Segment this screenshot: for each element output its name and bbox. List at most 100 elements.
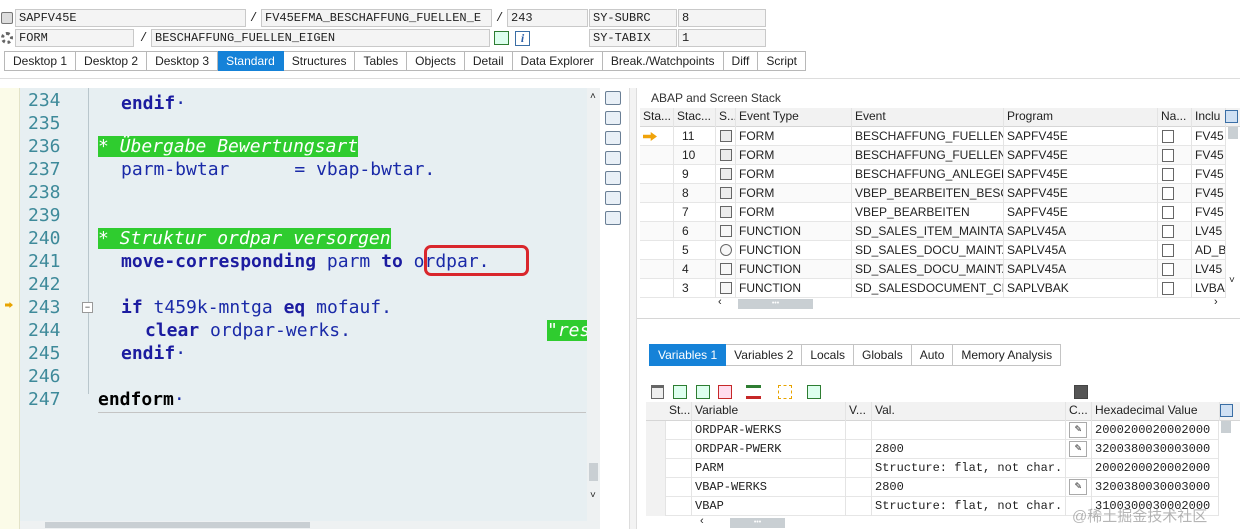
row-selector[interactable]	[646, 421, 666, 440]
tab-breakpoints[interactable]: Break./Watchpoints	[602, 51, 724, 71]
new-tool-icon[interactable]	[605, 111, 621, 125]
maximize-icon[interactable]	[605, 91, 621, 105]
document-icon[interactable]	[1162, 282, 1174, 295]
tab-structures[interactable]: Structures	[283, 51, 356, 71]
col-hex-value[interactable]: Hexadecimal Value	[1092, 402, 1220, 421]
value-cell[interactable]: Structure: flat, not char.	[872, 459, 1066, 478]
edit-pencil-icon[interactable]: ✎	[1069, 422, 1087, 438]
scroll-up-icon[interactable]	[1228, 127, 1238, 139]
stack-row[interactable]: 5 FUNCTION SD_SALES_DOCU_MAINTA SAPLV45A AD_…	[640, 241, 1226, 260]
scroll-up-icon[interactable]	[1221, 421, 1231, 433]
tab-memory-analysis[interactable]: Memory Analysis	[953, 344, 1062, 366]
document-icon[interactable]	[1162, 206, 1174, 219]
scroll-down-icon[interactable]: ˅	[590, 490, 596, 501]
tab-desktop-3[interactable]: Desktop 3	[147, 51, 219, 71]
col-stack-level[interactable]: Stac...	[674, 108, 716, 127]
edit-pencil-icon[interactable]: ✎	[1069, 441, 1087, 457]
variable-row[interactable]: ORDPAR-PWERK 2800 3200380030003000 ✎	[646, 440, 1219, 459]
tab-data-explorer[interactable]: Data Explorer	[512, 51, 603, 71]
row-selector[interactable]	[646, 459, 666, 478]
value-cell[interactable]: 2800	[872, 440, 1066, 459]
stack-row[interactable]: 11 FORMBESCHAFFUNG_FUELLEN_ESAPFV45E FV45	[640, 127, 1226, 146]
document-icon[interactable]	[1162, 263, 1174, 276]
transfer-icon[interactable]	[778, 385, 792, 399]
variable-row[interactable]: VBAP-WERKS 2800 3200380030003000 ✎	[646, 478, 1219, 497]
variable-name-cell[interactable]: ORDPAR-WERKS	[692, 421, 846, 440]
editor-hscrollbar[interactable]	[20, 521, 587, 529]
stack-row[interactable]: 7 FORM VBEP_BEARBEITEN SAPFV45E FV45	[640, 203, 1226, 222]
settings-icon[interactable]	[605, 211, 621, 225]
col-include[interactable]: Inclu	[1192, 108, 1226, 127]
tab-standard[interactable]: Standard	[218, 51, 284, 71]
tab-script[interactable]: Script	[758, 51, 807, 71]
col-event[interactable]: Event	[852, 108, 1004, 127]
grid-icon[interactable]	[673, 385, 687, 399]
navigation-cell[interactable]	[1158, 241, 1192, 260]
scroll-left-icon[interactable]: ‹	[700, 515, 704, 527]
swap-icon[interactable]	[605, 131, 621, 145]
export-icon[interactable]	[807, 385, 821, 399]
info-icon[interactable]: i	[515, 31, 530, 46]
col-status[interactable]: Sta...	[640, 108, 674, 127]
sort-icon[interactable]	[746, 385, 761, 399]
stack-row[interactable]: 4 FUNCTION SD_SALES_DOCU_MAINTA SAPLV45A LV4…	[640, 260, 1226, 279]
navigation-cell[interactable]	[1158, 146, 1192, 165]
edit-pencil-icon[interactable]: ✎	[1069, 479, 1087, 495]
scroll-thumb[interactable]	[589, 463, 598, 481]
tab-variables-1[interactable]: Variables 1	[649, 344, 727, 366]
tab-detail[interactable]: Detail	[464, 51, 513, 71]
document-icon[interactable]	[1162, 168, 1174, 181]
document-icon[interactable]	[1162, 187, 1174, 200]
navigation-cell[interactable]	[1158, 165, 1192, 184]
navigation-cell[interactable]	[1158, 127, 1192, 146]
variable-row[interactable]: PARM Structure: flat, not char. 2000200020…	[646, 459, 1219, 478]
scroll-thumb[interactable]: •••	[730, 518, 785, 528]
value-cell[interactable]	[872, 421, 1066, 440]
value-cell[interactable]: Structure: flat, not char.	[872, 497, 1066, 516]
variables-vscrollbar[interactable]	[1219, 421, 1233, 511]
tab-auto[interactable]: Auto	[911, 344, 954, 366]
tab-variables-2[interactable]: Variables 2	[726, 344, 803, 366]
tab-globals[interactable]: Globals	[854, 344, 912, 366]
col-value[interactable]: Val.	[872, 402, 1066, 421]
row-selector[interactable]	[646, 497, 666, 516]
col-variable[interactable]: Variable	[692, 402, 846, 421]
navigation-cell[interactable]	[1158, 279, 1192, 298]
variable-name-cell[interactable]: PARM	[692, 459, 846, 478]
services-icon[interactable]	[605, 171, 621, 185]
editor-vscrollbar[interactable]: ˄ ˅	[587, 88, 600, 529]
pane-divider[interactable]	[629, 88, 637, 529]
close-tool-icon[interactable]	[605, 151, 621, 165]
document-icon[interactable]	[1162, 244, 1174, 257]
row-selector[interactable]	[646, 478, 666, 497]
col-program[interactable]: Program	[1004, 108, 1158, 127]
col-v[interactable]: V...	[846, 402, 872, 421]
tab-tables[interactable]: Tables	[355, 51, 408, 71]
navigation-cell[interactable]	[1158, 260, 1192, 279]
navigation-cell[interactable]	[1158, 222, 1192, 241]
col-event-type[interactable]: Event Type	[736, 108, 852, 127]
save-icon[interactable]	[1074, 385, 1088, 399]
scroll-up-icon[interactable]: ˄	[590, 91, 596, 102]
grid-icon[interactable]	[494, 31, 509, 45]
refresh-icon[interactable]	[605, 191, 621, 205]
navigation-cell[interactable]	[1158, 184, 1192, 203]
column-settings-icon[interactable]	[1220, 404, 1233, 417]
col-change[interactable]: C...	[1066, 402, 1092, 421]
document-icon[interactable]	[1162, 130, 1174, 143]
tab-desktop-1[interactable]: Desktop 1	[4, 51, 77, 71]
scroll-right-icon[interactable]: ›	[1214, 296, 1218, 308]
variable-name-cell[interactable]: ORDPAR-PWERK	[692, 440, 846, 459]
document-icon[interactable]	[1162, 149, 1174, 162]
scroll-down-icon[interactable]: ˅	[1229, 275, 1235, 286]
stack-row[interactable]: 9 FORM BESCHAFFUNG_ANLEGEN SAPFV45E FV45	[640, 165, 1226, 184]
document-icon[interactable]	[1162, 225, 1174, 238]
variable-name-cell[interactable]: VBAP	[692, 497, 846, 516]
tab-locals[interactable]: Locals	[802, 344, 854, 366]
trash-icon[interactable]	[651, 385, 664, 399]
variable-row[interactable]: ORDPAR-WERKS 2000200020002000 ✎	[646, 421, 1219, 440]
scroll-thumb[interactable]	[45, 522, 310, 528]
row-selector[interactable]	[646, 440, 666, 459]
tab-desktop-2[interactable]: Desktop 2	[76, 51, 148, 71]
stack-row[interactable]: 8 FORM VBEP_BEARBEITEN_BESCH SAPFV45E FV45	[640, 184, 1226, 203]
